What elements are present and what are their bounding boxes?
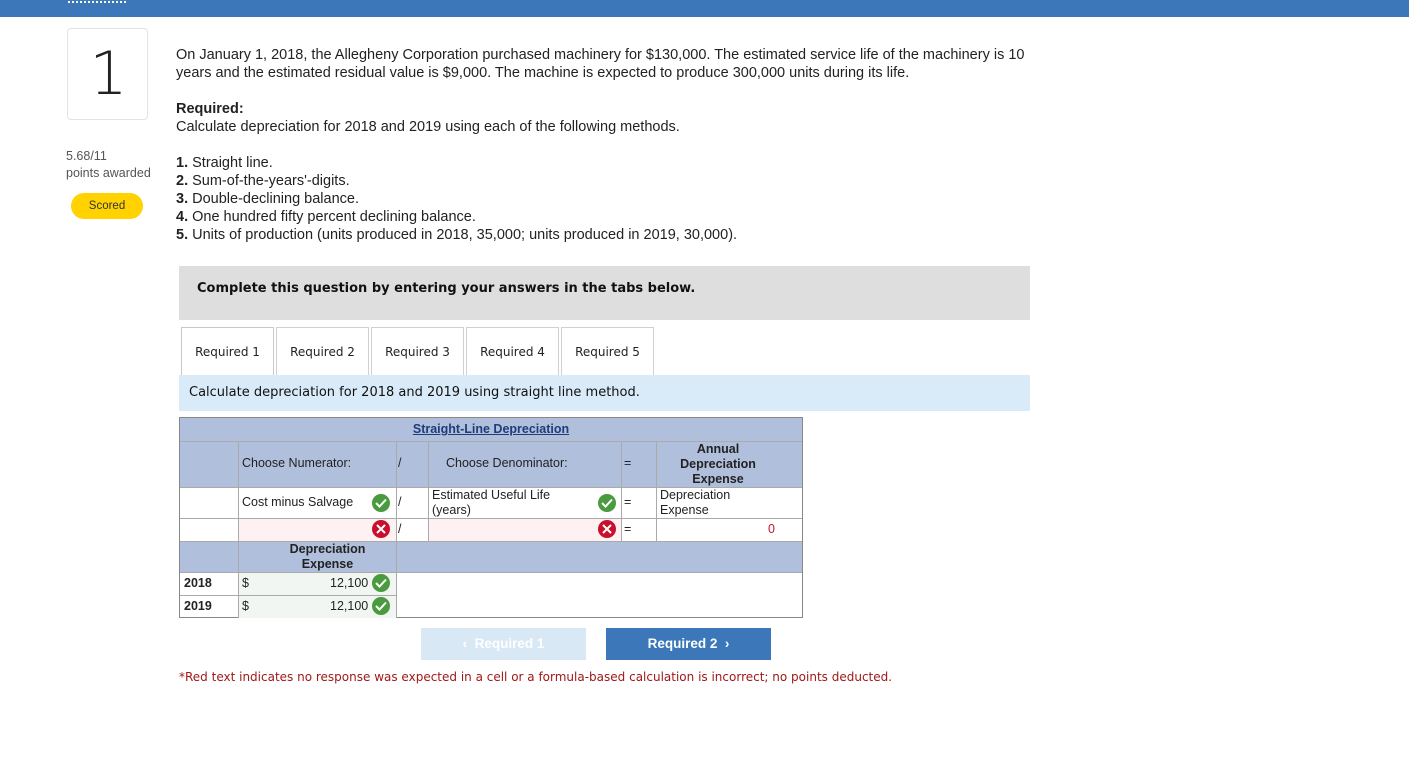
header-result: Annual Depreciation Expense (680, 442, 756, 486)
year-2018: 2018 (184, 576, 212, 590)
required-text: Calculate depreciation for 2018 and 2019… (176, 119, 680, 135)
paragraph-line-2: years and the estimated residual value i… (176, 65, 910, 81)
points-value: 5.68/11 (66, 149, 107, 163)
top-bar (0, 0, 1409, 17)
next-button[interactable]: Required 2 › (606, 628, 771, 660)
method-number: 1. (176, 155, 189, 171)
required-heading: Required: (176, 101, 244, 117)
method-number: 2. (176, 173, 189, 189)
chevron-left-icon: ‹ (462, 636, 468, 651)
tab-required-2[interactable]: Required 2 (276, 327, 369, 375)
tab-description: Calculate depreciation for 2018 and 2019… (179, 375, 1030, 411)
paragraph-line-1: On January 1, 2018, the Allegheny Corpor… (176, 47, 1025, 63)
tab-required-5[interactable]: Required 5 (561, 327, 654, 375)
currency-2019: $ (242, 599, 249, 613)
row1-slash: / (398, 495, 402, 509)
straight-line-table: Straight-Line Depreciation Choose Numera… (179, 417, 803, 618)
header-slash: / (398, 456, 402, 470)
method-item: 2. Sum-of-the-years'-digits. (176, 172, 737, 190)
dep-header-row (180, 541, 802, 572)
methods-list: 1. Straight line. 2. Sum-of-the-years'-d… (176, 154, 737, 244)
required-section: Required: Calculate depreciation for 201… (176, 100, 680, 136)
method-text: Sum-of-the-years'-digits. (188, 173, 350, 189)
check-icon (372, 574, 390, 592)
method-item: 3. Double-declining balance. (176, 190, 737, 208)
question-number: 1 (89, 39, 128, 109)
method-text: One hundred fifty percent declining bala… (188, 209, 476, 225)
tab-required-1[interactable]: Required 1 (181, 327, 274, 376)
check-icon (372, 494, 390, 512)
question-number-box: 1 (67, 28, 148, 120)
error-icon (372, 520, 390, 538)
header-equals: = (624, 456, 632, 470)
tab-required-4[interactable]: Required 4 (466, 327, 559, 375)
result-value: 0 (768, 522, 775, 536)
result-label: Depreciation Expense (660, 488, 731, 517)
method-text: Double-declining balance. (188, 191, 359, 207)
method-number: 5. (176, 227, 189, 243)
error-icon (598, 520, 616, 538)
check-icon (372, 597, 390, 615)
amount-2018: 12,100 (330, 576, 369, 590)
prev-label: Required 1 (474, 636, 545, 651)
row2-equals: = (624, 522, 632, 536)
method-item: 5. Units of production (units produced i… (176, 226, 737, 244)
dep-expense-header: Depreciation Expense (289, 542, 366, 571)
header-numerator: Choose Numerator: (242, 456, 352, 470)
method-item: 4. One hundred fifty percent declining b… (176, 208, 737, 226)
denominator-input-empty[interactable] (429, 519, 621, 541)
method-text: Units of production (units produced in 2… (188, 227, 738, 243)
prev-button[interactable]: ‹ Required 1 (421, 628, 586, 660)
method-item: 1. Straight line. (176, 154, 737, 172)
method-text: Straight line. (188, 155, 273, 171)
numerator-select[interactable]: Cost minus Salvage (242, 495, 353, 509)
instructions-banner: Complete this question by entering your … (179, 266, 1030, 320)
tab-required-3[interactable]: Required 3 (371, 327, 464, 375)
chevron-right-icon: › (724, 636, 730, 651)
scored-badge: Scored (71, 193, 143, 219)
table-title: Straight-Line Depreciation (180, 418, 802, 441)
footnote: *Red text indicates no response was expe… (179, 670, 893, 684)
points-awarded: 5.68/11 points awarded (66, 148, 151, 182)
denominator-select[interactable]: Estimated Useful Life (years) (432, 488, 572, 518)
currency-2018: $ (242, 576, 249, 590)
row2-slash: / (398, 522, 402, 536)
row1-equals: = (624, 495, 632, 509)
question-paragraph: On January 1, 2018, the Allegheny Corpor… (176, 46, 1136, 82)
dotted-indicator (68, 1, 126, 3)
year-2019: 2019 (184, 599, 212, 613)
header-denominator: Choose Denominator: (446, 456, 568, 470)
method-number: 3. (176, 191, 189, 207)
amount-2019: 12,100 (330, 599, 369, 613)
method-number: 4. (176, 209, 189, 225)
points-label: points awarded (66, 166, 151, 180)
next-label: Required 2 (647, 636, 718, 651)
check-icon (598, 494, 616, 512)
